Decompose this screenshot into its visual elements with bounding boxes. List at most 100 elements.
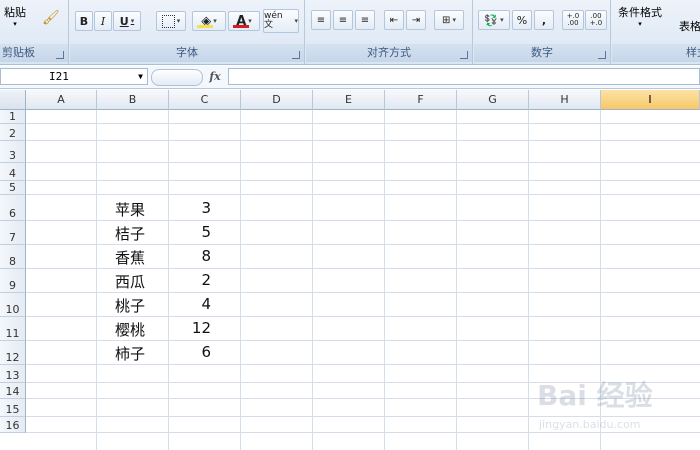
percent-button[interactable]: %: [512, 10, 532, 30]
column-header-c[interactable]: C: [169, 90, 241, 110]
cell-b10[interactable]: 桃子: [115, 295, 145, 316]
cell-c12[interactable]: 6: [151, 343, 211, 361]
font-color-button[interactable]: A ▾: [228, 11, 260, 31]
cell-b9[interactable]: 西瓜: [115, 271, 145, 292]
watermark-logo: Bai 经验: [537, 379, 653, 412]
decrease-indent-icon: ⇤: [389, 14, 399, 26]
merge-dropdown-icon: ▾: [452, 16, 456, 24]
row-header-4[interactable]: 4: [0, 163, 26, 181]
table-format-button[interactable]: 表格格: [672, 4, 700, 34]
row-header-7[interactable]: 7: [0, 221, 26, 245]
align-right-button[interactable]: ≡: [355, 10, 375, 30]
cell-c6[interactable]: 3: [151, 199, 211, 217]
phonetic-label: wén 文: [264, 11, 283, 30]
font-group: B I U ▾ ▾ ◈ ▾ A ▾ wén 文 ▾ 字体: [70, 0, 305, 64]
cell-c9[interactable]: 2: [151, 271, 211, 289]
clipboard-launcher-icon[interactable]: [56, 51, 64, 59]
column-gridline: [528, 110, 529, 450]
alignment-launcher-icon[interactable]: [460, 51, 468, 59]
row-header-6[interactable]: 6: [0, 195, 26, 221]
number-group: 💱 ▾ % , +.0 .00 .00 +.0 数字: [474, 0, 611, 64]
column-header-i[interactable]: I: [601, 90, 700, 110]
decrease-indent-button[interactable]: ⇤: [384, 10, 404, 30]
row-gridline: [26, 220, 700, 221]
conditional-format-dropdown-icon: ▾: [638, 20, 642, 28]
number-launcher-icon[interactable]: [598, 51, 606, 59]
row-header-2[interactable]: 2: [0, 124, 26, 141]
increase-indent-button[interactable]: ⇥: [406, 10, 426, 30]
column-header-e[interactable]: E: [313, 90, 385, 110]
row-header-10[interactable]: 10: [0, 293, 26, 317]
formula-input[interactable]: [228, 68, 700, 85]
row-gridline: [26, 292, 700, 293]
cell-c7[interactable]: 5: [151, 223, 211, 241]
cell-b7[interactable]: 桔子: [115, 223, 145, 244]
merge-center-button[interactable]: ⊞ ▾: [434, 10, 464, 30]
column-header-b[interactable]: B: [97, 90, 169, 110]
accounting-format-button[interactable]: 💱 ▾: [478, 10, 510, 30]
column-header-g[interactable]: G: [457, 90, 529, 110]
select-all-corner[interactable]: [0, 90, 26, 110]
align-left-button[interactable]: ≡: [311, 10, 331, 30]
watermark-url: jingyan.baidu.com: [539, 418, 641, 431]
row-header-12[interactable]: 12: [0, 341, 26, 365]
row-header-1[interactable]: 1: [0, 110, 26, 124]
row-header-16[interactable]: 16: [0, 417, 26, 433]
row-header-5[interactable]: 5: [0, 181, 26, 195]
increase-decimal-button[interactable]: +.0 .00: [562, 10, 584, 30]
cell-b8[interactable]: 香蕉: [115, 247, 145, 268]
bold-button[interactable]: B: [75, 11, 93, 31]
fill-dropdown-icon: ▾: [213, 17, 217, 25]
row-header-11[interactable]: 11: [0, 317, 26, 341]
fill-color-button[interactable]: ◈ ▾: [192, 11, 226, 31]
align-center-button[interactable]: ≡: [333, 10, 353, 30]
font-color-dropdown-icon: ▾: [248, 17, 252, 25]
formula-bar-expand-handle[interactable]: [151, 69, 203, 86]
formula-bar: I21 ▼ fx: [0, 66, 700, 89]
name-box[interactable]: I21 ▼: [0, 68, 148, 85]
name-box-dropdown-icon[interactable]: ▼: [138, 69, 143, 84]
row-header-15[interactable]: 15: [0, 399, 26, 417]
cell-c11[interactable]: 12: [151, 319, 211, 337]
row-header-9[interactable]: 9: [0, 269, 26, 293]
clipboard-group: 粘贴 ▾ 🖌 剪贴板: [0, 0, 69, 64]
borders-dropdown-icon: ▾: [176, 17, 181, 25]
underline-label: U: [119, 14, 129, 28]
paste-dropdown-icon: ▾: [13, 20, 17, 28]
comma-button[interactable]: ,: [534, 10, 554, 30]
insert-function-icon[interactable]: fx: [204, 68, 226, 85]
borders-button[interactable]: ▾: [156, 11, 186, 31]
cell-b11[interactable]: 樱桃: [115, 319, 145, 340]
cell-c10[interactable]: 4: [151, 295, 211, 313]
paste-button[interactable]: 粘贴 ▾: [4, 4, 26, 28]
column-gridline: [312, 110, 313, 450]
row-gridline: [26, 194, 700, 195]
row-header-13[interactable]: 13: [0, 365, 26, 383]
row-header-14[interactable]: 14: [0, 383, 26, 399]
styles-group: 条件格式 ▾ 表格格 样式: [612, 0, 700, 64]
column-header-f[interactable]: F: [385, 90, 457, 110]
column-header-a[interactable]: A: [26, 90, 97, 110]
format-painter-icon[interactable]: 🖌: [42, 10, 60, 26]
phonetic-button[interactable]: wén 文 ▾: [263, 9, 299, 33]
row-header-3[interactable]: 3: [0, 141, 26, 163]
font-color-swatch: [233, 25, 249, 28]
row-gridline: [26, 162, 700, 163]
italic-button[interactable]: I: [94, 11, 112, 31]
align-right-icon: ≡: [360, 14, 370, 26]
table-format-label: 表格格: [679, 20, 700, 33]
align-left-icon: ≡: [316, 14, 326, 26]
conditional-format-button[interactable]: 条件格式 ▾: [618, 4, 662, 28]
cell-b6[interactable]: 苹果: [115, 199, 145, 220]
column-header-h[interactable]: H: [529, 90, 601, 110]
row-header-8[interactable]: 8: [0, 245, 26, 269]
column-header-d[interactable]: D: [241, 90, 313, 110]
cell-b12[interactable]: 柿子: [115, 343, 145, 364]
row-gridline: [26, 244, 700, 245]
cell-c8[interactable]: 8: [151, 247, 211, 265]
font-launcher-icon[interactable]: [292, 51, 300, 59]
underline-dropdown-icon: ▾: [130, 17, 135, 25]
decrease-decimal-button[interactable]: .00 +.0: [585, 10, 607, 30]
underline-button[interactable]: U ▾: [113, 11, 141, 31]
fill-color-swatch: [197, 25, 213, 28]
